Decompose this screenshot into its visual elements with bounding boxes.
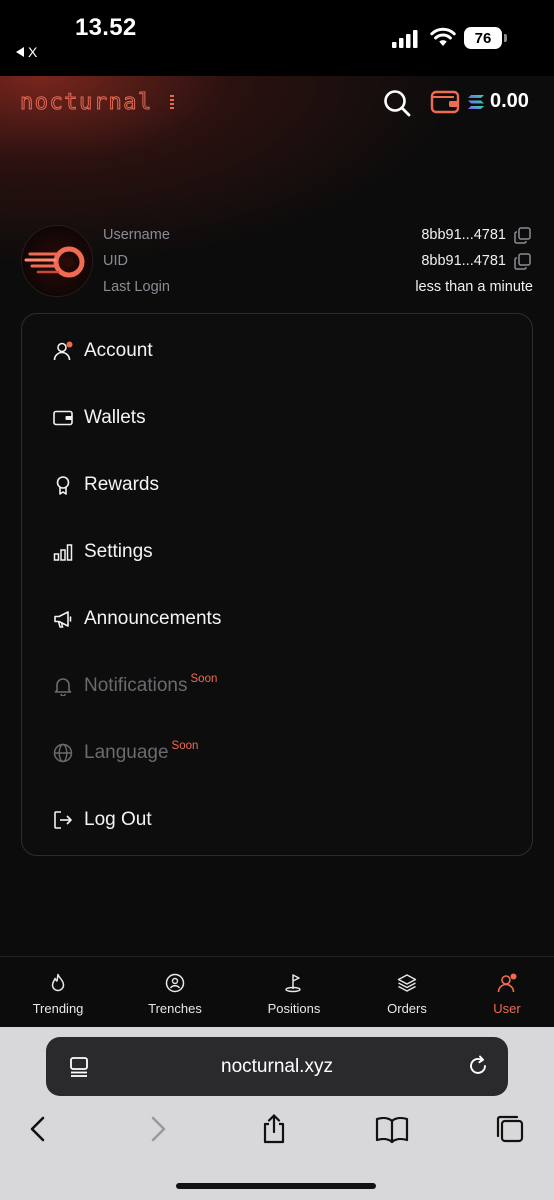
copy-username-icon[interactable] — [514, 227, 531, 244]
nav-tab-trenches[interactable]: Trenches — [125, 957, 225, 1028]
battery-level: 76 — [464, 27, 502, 49]
menu-item-label: Account — [84, 339, 153, 361]
user-icon — [53, 341, 73, 360]
menu-item-label: Notifications — [84, 674, 188, 696]
wifi-icon — [430, 27, 456, 46]
menu-item-announcements[interactable]: Announcements — [22, 585, 532, 652]
share-icon[interactable] — [257, 1114, 291, 1144]
back-icon[interactable] — [22, 1114, 56, 1144]
wallet-icon — [53, 410, 73, 425]
award-icon — [56, 475, 70, 495]
golf-flag-icon — [285, 974, 301, 993]
copy-uid-icon[interactable] — [514, 253, 531, 270]
layers-icon — [397, 974, 417, 992]
menu-item-label: Wallets — [84, 406, 146, 428]
menu-item-rewards[interactable]: Rewards — [22, 451, 532, 518]
last-login-label: Last Login — [103, 279, 170, 295]
nav-label: Trenches — [148, 1001, 202, 1016]
nav-tab-user[interactable]: User — [457, 957, 554, 1028]
uid-label: UID — [103, 253, 128, 269]
solana-icon — [468, 95, 484, 109]
bookmarks-icon[interactable] — [375, 1114, 409, 1144]
back-to-app-link[interactable]: X — [16, 44, 37, 60]
tabs-icon[interactable] — [493, 1114, 527, 1144]
avatar — [21, 225, 93, 297]
username-value: 8bb91...4781 — [421, 227, 506, 243]
bottom-nav: Trending Trenches Positions Orders User — [0, 956, 554, 1027]
wallet-icon[interactable] — [430, 89, 460, 115]
home-indicator[interactable] — [176, 1183, 376, 1189]
status-bar: 13.52 X 76 — [0, 0, 554, 76]
nav-tab-positions[interactable]: Positions — [244, 957, 344, 1028]
user-menu-card: Account Wallets Rewards Settings Announc… — [21, 313, 533, 856]
flame-icon — [51, 973, 65, 992]
forward-icon[interactable] — [140, 1114, 174, 1144]
search-icon[interactable] — [382, 88, 412, 118]
soon-badge: Soon — [171, 739, 199, 752]
logo-dots-decoration — [170, 95, 174, 111]
menu-item-account[interactable]: Account — [22, 317, 532, 384]
bell-icon — [54, 677, 72, 696]
menu-item-label-wrap: Language Soon — [84, 739, 199, 764]
soon-badge: Soon — [190, 672, 218, 685]
url-text: nocturnal.xyz — [221, 1056, 333, 1077]
globe-icon — [53, 743, 73, 762]
menu-item-label: Language — [84, 741, 169, 763]
browser-toolbar: nocturnal.xyz — [0, 1027, 554, 1200]
reload-icon[interactable] — [467, 1055, 489, 1077]
menu-item-logout[interactable]: Log Out — [22, 786, 532, 853]
menu-item-label: Rewards — [84, 473, 159, 495]
cellular-signal-icon — [392, 30, 418, 48]
menu-item-label-wrap: Notifications Soon — [84, 672, 218, 697]
menu-item-label: Settings — [84, 540, 153, 562]
nav-tab-orders[interactable]: Orders — [357, 957, 457, 1028]
address-bar[interactable]: nocturnal.xyz — [46, 1037, 508, 1096]
battery-indicator: 76 — [464, 27, 508, 49]
back-triangle-icon — [16, 47, 24, 57]
logout-icon — [54, 810, 72, 829]
menu-item-label: Announcements — [84, 607, 222, 629]
nav-label: User — [493, 1001, 521, 1016]
menu-item-wallets[interactable]: Wallets — [22, 384, 532, 451]
menu-item-language[interactable]: Language Soon — [22, 719, 532, 786]
uid-value: 8bb91...4781 — [421, 253, 506, 269]
menu-item-label: Log Out — [84, 808, 152, 830]
battery-nub — [504, 34, 507, 42]
nocturnal-logo[interactable]: nocturnal — [20, 90, 174, 115]
nocturnal-avatar-icon — [22, 226, 92, 296]
megaphone-icon — [54, 610, 72, 628]
nav-label: Trending — [32, 1001, 84, 1016]
user-icon — [497, 973, 517, 993]
menu-item-settings[interactable]: Settings — [22, 518, 532, 585]
bar-chart-icon — [53, 543, 73, 561]
smiley-icon — [165, 973, 185, 993]
logo-wordmark: nocturnal — [20, 90, 153, 115]
nav-label: Orders — [387, 1001, 427, 1016]
status-time: 13.52 — [75, 14, 137, 41]
back-app-label: X — [28, 44, 38, 60]
username-label: Username — [103, 227, 170, 243]
app-content: nocturnal 0.00 Username UID Last Login 8… — [0, 76, 554, 956]
nav-label: Positions — [267, 1001, 321, 1016]
last-login-value: less than a minute — [415, 279, 533, 295]
menu-item-notifications[interactable]: Notifications Soon — [22, 652, 532, 719]
wallet-balance[interactable]: 0.00 — [490, 90, 529, 113]
nav-tab-trending[interactable]: Trending — [8, 957, 108, 1028]
